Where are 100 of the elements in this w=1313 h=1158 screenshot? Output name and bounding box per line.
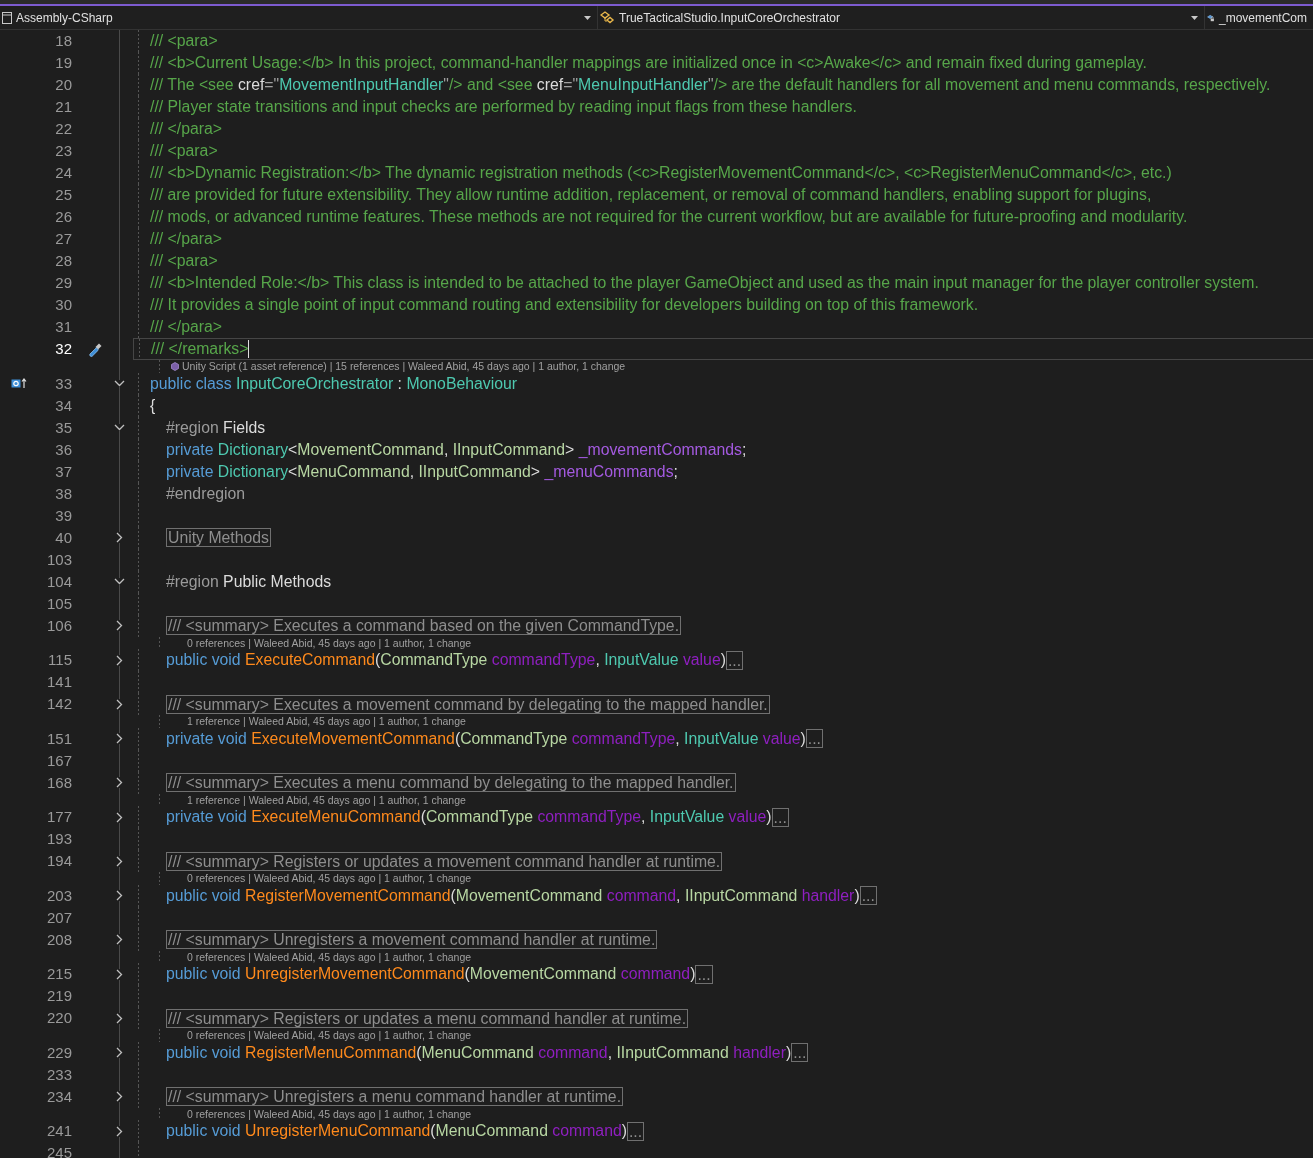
line-number: 219	[45, 986, 72, 1006]
code-text: /// </para>	[150, 119, 222, 139]
expand-chevron-icon[interactable]	[115, 968, 123, 980]
code-text: /// </para>	[150, 229, 222, 249]
project-icon	[2, 11, 12, 24]
line-number: 193	[45, 829, 72, 849]
text-cursor	[248, 340, 250, 358]
code-text: private Dictionary<MovementCommand, IInputCommand> _movementCommands;	[166, 439, 747, 460]
line-number: 37	[54, 461, 72, 482]
code-text: /// </remarks>	[151, 339, 249, 359]
code-text: /// <b>Intended Role:</b> This class is intended to be attached to the player GameObject and used as the main input manager for the player controller system.	[150, 273, 1259, 293]
collapsed-code-block[interactable]: /// <summary> Executes a menu command by delegating to the mapped handler.	[166, 773, 736, 792]
caret-icon	[584, 15, 591, 20]
collapsed-code-block[interactable]: ...	[859, 886, 877, 905]
line-number: 22	[54, 119, 72, 139]
expand-chevron-icon[interactable]	[115, 620, 123, 631]
line-number: 35	[54, 417, 72, 438]
line-number: 33	[54, 373, 72, 394]
code-text: private void ExecuteMenuCommand(CommandType commandType, InputValue value)	[166, 807, 772, 827]
codelens-text[interactable]: 1 reference | Waleed Abid, 45 days ago | 1 author, 1 change	[187, 715, 466, 728]
code-text: /// <para>	[150, 31, 218, 51]
member-dropdown[interactable]: _movementCom	[1204, 6, 1313, 29]
line-number: 177	[45, 807, 72, 827]
expand-chevron-icon[interactable]	[115, 890, 123, 901]
codelens-text[interactable]: 1 reference | Waleed Abid, 45 days ago | 1 author, 1 change	[187, 793, 466, 806]
collapse-chevron-icon[interactable]	[113, 424, 125, 431]
code-text: /// mods, or advanced runtime features. These methods are not required for the current workflow, but are available for future-proofing and modularity.	[150, 207, 1188, 227]
line-number: 220	[45, 1008, 72, 1028]
expand-chevron-icon[interactable]	[115, 1047, 123, 1058]
square-up-arrow-icon[interactable]	[11, 378, 27, 389]
codelens-text[interactable]: 0 references | Waleed Abid, 45 days ago | 1 author, 1 change	[187, 872, 472, 885]
line-number: 151	[45, 728, 72, 749]
collapsed-code-block[interactable]: ...	[805, 729, 823, 748]
code-text: public class InputCoreOrchestrator : MonoBehaviour	[150, 373, 518, 394]
expand-chevron-icon[interactable]	[115, 1012, 123, 1024]
line-number: 215	[45, 964, 72, 984]
collapsed-code-block[interactable]: ...	[771, 807, 789, 827]
expand-chevron-icon[interactable]	[115, 1091, 123, 1102]
expand-chevron-icon[interactable]	[115, 777, 123, 788]
expand-chevron-icon[interactable]	[115, 698, 123, 710]
code-text: private Dictionary<MenuCommand, IInputCommand> _menuCommands;	[166, 461, 678, 482]
expand-chevron-icon[interactable]	[115, 733, 123, 744]
expand-chevron-icon[interactable]	[115, 855, 123, 867]
expand-chevron-icon[interactable]	[115, 811, 123, 823]
line-number: 106	[45, 615, 72, 636]
line-number: 39	[54, 505, 72, 526]
expand-chevron-icon[interactable]	[115, 1125, 123, 1137]
code-text: #region Fields	[166, 417, 266, 438]
code-text: public void RegisterMenuCommand(MenuCommand command, IInputCommand handler)	[166, 1042, 792, 1063]
codelens-text[interactable]: 0 references | Waleed Abid, 45 days ago | 1 author, 1 change	[187, 636, 472, 649]
line-number: 229	[45, 1042, 72, 1063]
line-number: 241	[45, 1121, 72, 1141]
line-number: 31	[54, 317, 72, 337]
code-text: private void ExecuteMovementCommand(CommandType commandType, InputValue value)	[166, 728, 806, 749]
collapsed-code-block[interactable]: ...	[725, 650, 744, 670]
collapsed-code-block[interactable]: /// <summary> Registers or updates a movement command handler at runtime.	[166, 851, 723, 871]
collapsed-code-block[interactable]: ...	[626, 1121, 645, 1141]
collapsed-code-block[interactable]: /// <summary> Unregisters a menu command handler at runtime.	[166, 1087, 624, 1106]
collapsed-code-block[interactable]: /// <summary> Executes a command based on the given CommandType.	[166, 616, 682, 635]
project-dropdown[interactable]: Assembly-CSharp	[0, 6, 597, 29]
line-number: 40	[54, 527, 72, 548]
code-text: public void ExecuteCommand(CommandType commandType, InputValue value)	[166, 650, 726, 670]
codelens-text[interactable]: 0 references | Waleed Abid, 45 days ago | 1 author, 1 change	[187, 1107, 472, 1120]
expand-chevron-icon[interactable]	[115, 934, 123, 945]
codelens-text[interactable]: 0 references | Waleed Abid, 45 days ago | 1 author, 1 change	[187, 950, 472, 963]
line-number: 105	[45, 593, 72, 614]
line-number: 194	[45, 851, 72, 871]
collapsed-code-block[interactable]: /// <summary> Registers or updates a menu command handler at runtime.	[166, 1008, 689, 1028]
expand-chevron-icon[interactable]	[115, 654, 123, 666]
line-number: 208	[45, 929, 72, 950]
codelens-text[interactable]: 0 references | Waleed Abid, 45 days ago | 1 author, 1 change	[187, 1029, 472, 1042]
collapsed-code-block[interactable]: /// <summary> Unregisters a movement command handler at runtime.	[166, 930, 658, 949]
type-dropdown[interactable]: TrueTacticalStudio.InputCoreOrchestrator	[597, 6, 1204, 29]
code-text: /// <b>Current Usage:</b> In this project, command-handler mappings are initialized once in <c>Awake</c> and remain fixed during gameplay.	[150, 53, 1147, 73]
line-number: 103	[45, 549, 72, 570]
code-text: public void UnregisterMovementCommand(MovementCommand command)	[166, 964, 696, 984]
line-number: 26	[54, 207, 72, 227]
line-number: 23	[54, 141, 72, 161]
line-number: 18	[54, 31, 72, 51]
expand-chevron-icon[interactable]	[115, 532, 123, 543]
line-number: 207	[45, 907, 72, 928]
line-number: 21	[54, 97, 72, 117]
line-number: 19	[54, 53, 72, 73]
line-number: 203	[45, 885, 72, 906]
code-text: /// <para>	[150, 141, 218, 161]
code-text: {	[150, 395, 156, 416]
collapsed-code-block[interactable]: Unity Methods	[166, 528, 271, 547]
code-text: #region Public Methods	[166, 571, 332, 592]
code-text: /// are provided for future extensibility. They allow runtime addition, replacement, or removal of command handlers, enabling support for plugins,	[150, 185, 1152, 205]
code-text: /// <para>	[150, 251, 218, 271]
class-icon	[600, 11, 615, 24]
collapse-chevron-icon[interactable]	[113, 380, 125, 387]
collapsed-code-block[interactable]: /// <summary> Executes a movement command by delegating to the mapped handler.	[166, 694, 770, 714]
collapse-chevron-icon[interactable]	[113, 578, 125, 585]
code-text: /// </para>	[150, 317, 222, 337]
code-text: /// <b>Dynamic Registration:</b> The dynamic registration methods (<c>RegisterMovementCommand</c>, <c>RegisterMenuCommand</c>, etc.)	[150, 163, 1172, 183]
collapsed-code-block[interactable]: ...	[695, 964, 713, 984]
line-number: 245	[45, 1143, 72, 1158]
collapsed-code-block[interactable]: ...	[791, 1043, 809, 1062]
line-number: 142	[45, 694, 72, 714]
